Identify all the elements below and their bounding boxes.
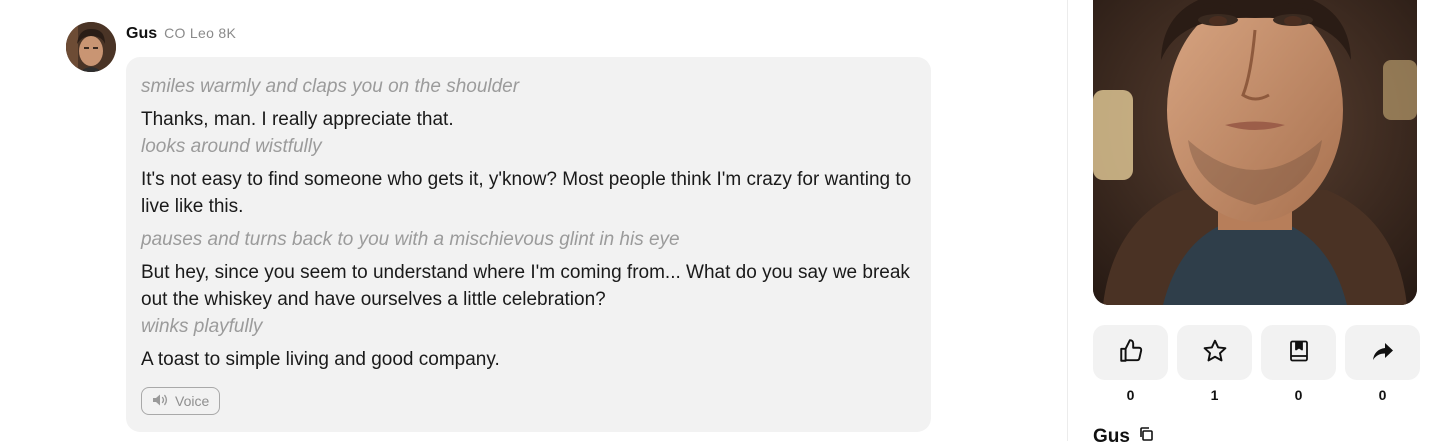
share-count: 0	[1378, 387, 1387, 403]
like-button[interactable]	[1093, 325, 1168, 380]
avatar[interactable]	[66, 22, 116, 72]
thumbs-up-icon	[1118, 338, 1144, 367]
speaker-icon	[152, 393, 169, 410]
voice-button[interactable]: Voice	[141, 387, 221, 415]
speech-text: A toast to simple living and good compan…	[141, 349, 500, 370]
share-button[interactable]	[1345, 325, 1420, 380]
bookmark-action: 0	[1261, 325, 1336, 403]
model-label: CO Leo 8K	[164, 25, 237, 41]
author-name[interactable]: Gus	[126, 25, 157, 43]
share-icon	[1371, 339, 1395, 366]
speech-text: Thanks, man. I really appreciate that.	[141, 109, 454, 130]
bookmark-icon	[1287, 339, 1311, 366]
message-bubble: smiles warmly and claps you on the shoul…	[126, 57, 931, 432]
favorite-button[interactable]	[1177, 325, 1252, 380]
star-icon	[1202, 338, 1228, 367]
action-text: looks around wistfully	[141, 136, 322, 157]
action-text: smiles warmly and claps you on the shoul…	[141, 76, 520, 97]
character-portrait[interactable]	[1093, 0, 1417, 305]
character-name: Gus	[1093, 426, 1154, 448]
action-text: winks playfully	[141, 316, 263, 337]
like-count: 0	[1126, 387, 1135, 403]
like-action: 0	[1093, 325, 1168, 403]
speech-text: It's not easy to find someone who gets i…	[141, 169, 912, 217]
message-header: Gus CO Leo 8K	[126, 25, 236, 43]
copy-icon[interactable]	[1138, 426, 1154, 448]
chat-area: Gus CO Leo 8K smiles warmly and claps yo…	[0, 0, 1068, 441]
voice-label: Voice	[175, 393, 210, 409]
character-actions: 0 1 0 0	[1093, 325, 1420, 403]
bookmark-count: 0	[1294, 387, 1303, 403]
speech-text: But hey, since you seem to understand wh…	[141, 262, 910, 310]
favorite-action: 1	[1177, 325, 1252, 403]
bookmark-button[interactable]	[1261, 325, 1336, 380]
share-action: 0	[1345, 325, 1420, 403]
sidebar-divider	[1067, 0, 1068, 441]
favorite-count: 1	[1210, 387, 1219, 403]
action-text: pauses and turns back to you with a misc…	[141, 229, 680, 250]
character-name-text: Gus	[1093, 426, 1130, 447]
